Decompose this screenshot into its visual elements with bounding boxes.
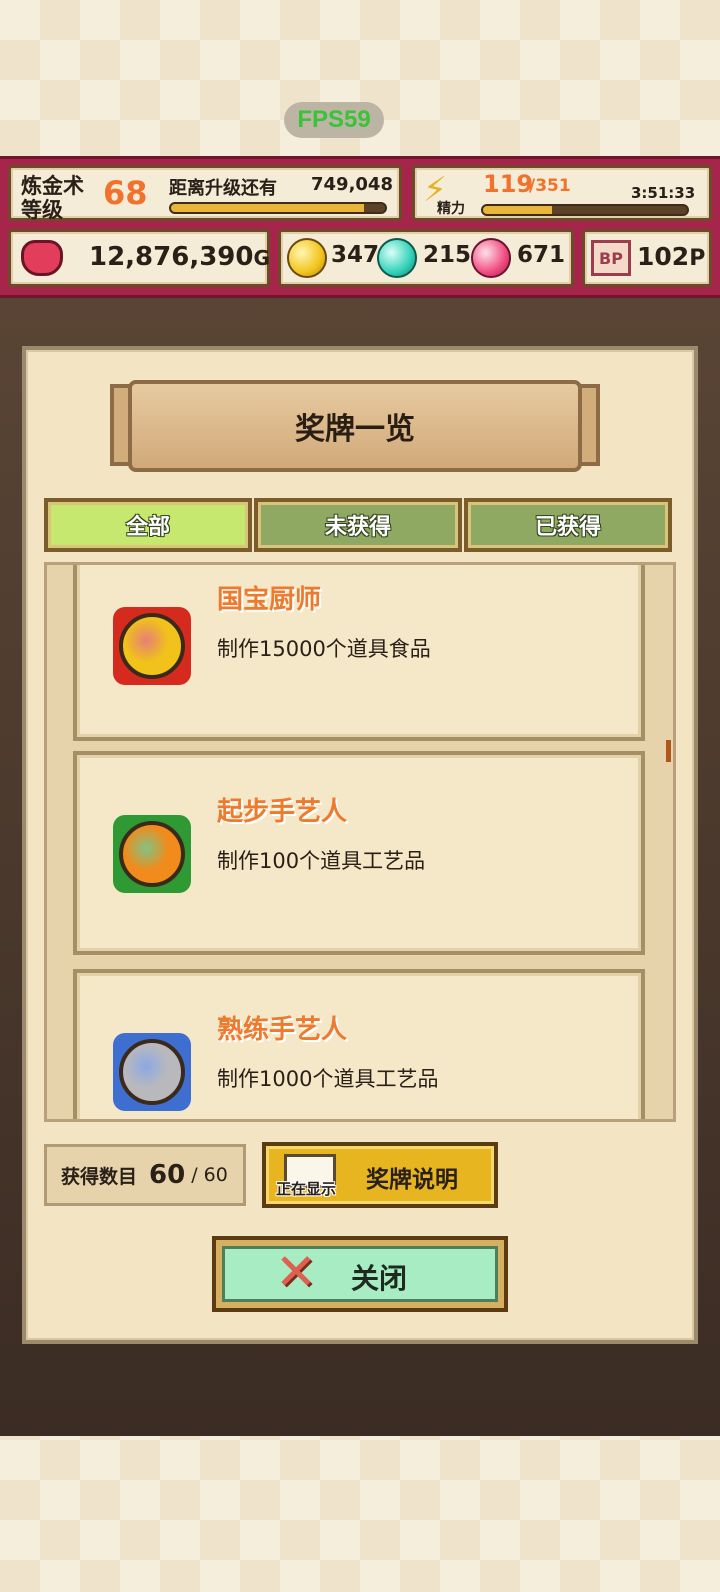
count-total: / 60 <box>191 1164 228 1186</box>
explain-label: 奖牌说明 <box>366 1167 458 1193</box>
medal-list[interactable]: 国宝厨师 制作15000个道具食品 起步手艺人 制作100个道具工艺品 熟练手艺… <box>44 562 676 1122</box>
gold-box[interactable]: 12,876,390G <box>8 229 270 287</box>
count-label: 获得数目 <box>61 1165 138 1188</box>
gold-medal-icon <box>119 613 185 679</box>
status-bar: 炼金术 等级 68 距离升级还有 749,048 ⚡ 精力 119 /351 3… <box>0 156 720 298</box>
tab-not-obtained[interactable]: 未获得 <box>254 498 462 552</box>
level-label-2: 等级 <box>21 198 63 222</box>
cyan-gem-count: 215 <box>423 242 472 268</box>
fps-counter: FPS59 <box>284 102 384 138</box>
exp-bar <box>169 202 387 214</box>
bp-box[interactable]: BP 102P <box>582 229 712 287</box>
bp-icon: BP <box>591 240 631 276</box>
level-value: 68 <box>103 174 148 212</box>
panel-title: 奖牌一览 <box>295 412 415 447</box>
medal-explanation-button[interactable]: 正在显示 奖牌说明 <box>262 1142 498 1208</box>
gold-amount: 12,876,390G <box>89 242 270 272</box>
energy-box: ⚡ 精力 119 /351 3:51:33 <box>412 165 712 221</box>
silver-medal-icon <box>119 1039 185 1105</box>
medal-description: 制作100个道具工艺品 <box>217 849 426 873</box>
medal-description: 制作1000个道具工艺品 <box>217 1067 439 1091</box>
gold-unit: G <box>253 246 270 270</box>
bp-amount: 102P <box>637 242 706 271</box>
energy-max: /351 <box>529 176 571 196</box>
medal-title: 熟练手艺人 <box>217 1015 348 1045</box>
energy-timer: 3:51:33 <box>631 184 696 202</box>
yellow-gem-count: 347 <box>331 242 380 268</box>
energy-current: 119 <box>483 170 534 198</box>
cyan-gem-icon <box>377 238 417 278</box>
count-value: 60 <box>149 1160 186 1190</box>
coin-purse-icon <box>21 240 63 276</box>
energy-label: 精力 <box>437 201 465 217</box>
medal-title: 起步手艺人 <box>217 797 348 827</box>
close-label: 关闭 <box>351 1262 408 1295</box>
medal-title: 国宝厨师 <box>217 585 322 615</box>
tab-obtained[interactable]: 已获得 <box>464 498 672 552</box>
list-scrollbar[interactable] <box>666 740 671 762</box>
close-button[interactable]: ✕ 关闭 <box>212 1236 508 1312</box>
yellow-gem-icon <box>287 238 327 278</box>
pink-gem-icon <box>471 238 511 278</box>
energy-bar <box>481 204 689 216</box>
level-box: 炼金术 等级 68 距离升级还有 749,048 <box>8 165 402 222</box>
showing-badge: 正在显示 <box>276 1180 337 1198</box>
medal-description: 制作15000个道具食品 <box>217 637 431 661</box>
exp-bar-fill <box>171 204 364 212</box>
pink-gem-count: 671 <box>517 242 566 268</box>
medal-card[interactable]: 起步手艺人 制作100个道具工艺品 <box>73 751 645 955</box>
medal-card[interactable]: 国宝厨师 制作15000个道具食品 <box>73 565 645 741</box>
close-x-icon: ✕ <box>275 1243 317 1301</box>
energy-bar-fill <box>483 206 553 214</box>
medal-count-box: 获得数目 60 / 60 <box>44 1144 246 1206</box>
exp-label: 距离升级还有 <box>169 178 277 199</box>
gems-box[interactable]: 347 215 671 <box>278 229 574 287</box>
close-button-face: ✕ 关闭 <box>222 1243 498 1302</box>
medal-card[interactable]: 熟练手艺人 制作1000个道具工艺品 <box>73 969 645 1119</box>
bronze-medal-icon <box>119 821 185 887</box>
tab-all[interactable]: 全部 <box>44 498 252 552</box>
bp-unit: P <box>689 246 706 271</box>
exp-remaining: 749,048 <box>311 174 393 195</box>
